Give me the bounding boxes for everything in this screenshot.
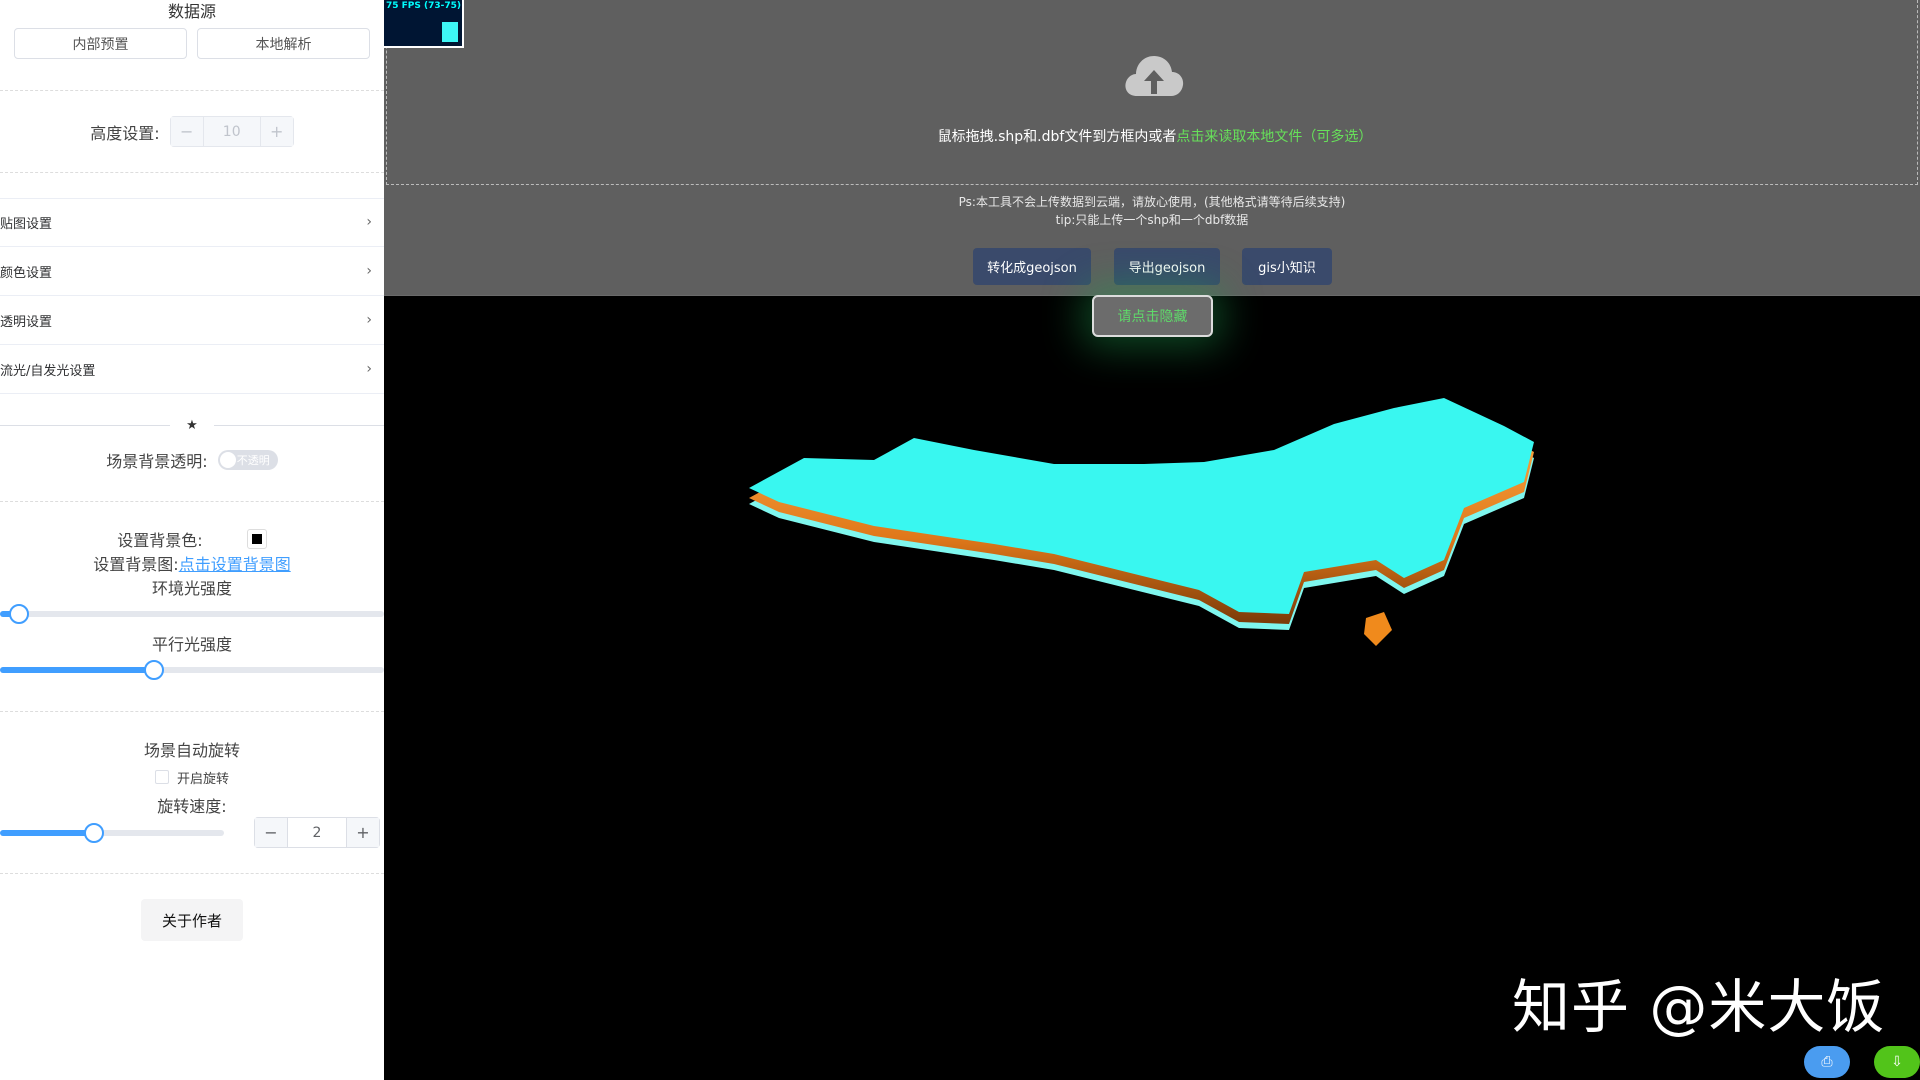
height-decrease-button[interactable]: − bbox=[170, 117, 203, 146]
collapse-item-label: 贴图设置 bbox=[0, 216, 53, 232]
divider-line bbox=[0, 425, 171, 426]
upload-tip: tip:只能上传一个shp和一个dbf数据 bbox=[1055, 213, 1249, 227]
data-source-buttons: 内部预置 本地解析 bbox=[0, 24, 384, 59]
fps-monitor: 75 FPS (73-75) bbox=[384, 0, 464, 48]
height-value[interactable]: 10 bbox=[202, 117, 261, 146]
privacy-note: Ps:本工具不会上传数据到云端，请放心使用，(其他格式请等待后续支持) bbox=[958, 195, 1346, 209]
ambient-light-slider[interactable] bbox=[0, 604, 384, 624]
bg-image-row: 设置背景图: 点击设置背景图 bbox=[0, 552, 384, 574]
speed-decrease-button[interactable]: − bbox=[255, 818, 287, 847]
slider-fill bbox=[0, 830, 94, 836]
chevron-right-icon: › bbox=[366, 312, 372, 328]
collapse-item-label: 透明设置 bbox=[0, 314, 53, 330]
rotate-speed-slider[interactable] bbox=[0, 823, 224, 843]
slider-thumb[interactable] bbox=[9, 604, 29, 624]
ambient-light-title: 环境光强度 bbox=[151, 579, 232, 598]
auto-rotate-title: 场景自动旋转 bbox=[143, 741, 240, 760]
slider-fill bbox=[0, 667, 154, 673]
slider-thumb[interactable] bbox=[144, 660, 164, 680]
chevron-right-icon: › bbox=[366, 214, 372, 230]
star-icon: ★ bbox=[186, 418, 198, 433]
print-button[interactable]: ⎙ bbox=[1804, 1046, 1850, 1078]
hide-panel-button[interactable]: 请点击隐藏 bbox=[1092, 295, 1213, 337]
bg-color-row: 设置背景色: bbox=[0, 528, 384, 550]
chevron-right-icon: › bbox=[366, 361, 372, 377]
divider bbox=[0, 90, 384, 91]
read-local-file-link[interactable]: 点击来读取本地文件（可多选） bbox=[1176, 129, 1372, 145]
china-3d-map[interactable] bbox=[744, 398, 1544, 738]
speed-increase-button[interactable]: + bbox=[347, 818, 379, 847]
bg-transparent-label: 场景背景透明: bbox=[106, 452, 208, 471]
rotate-checkbox-row[interactable]: 开启旋转 bbox=[0, 768, 384, 787]
collapse-item-opacity[interactable]: 透明设置 › bbox=[0, 296, 384, 345]
collapse-item-label: 流光/自发光设置 bbox=[0, 363, 96, 379]
toggle-text: 不透明 bbox=[236, 454, 270, 467]
height-stepper: − 10 + bbox=[169, 116, 294, 147]
dropzone-text: 鼠标拖拽.shp和.dbf文件到方框内或者点击来读取本地文件（可多选） bbox=[387, 126, 1920, 146]
height-increase-button[interactable]: + bbox=[260, 117, 293, 146]
gis-tips-button[interactable]: gis小知识 bbox=[1242, 248, 1332, 285]
rotate-checkbox[interactable] bbox=[154, 770, 169, 784]
bg-image-label: 设置背景图: bbox=[93, 555, 179, 574]
collapse-item-texture[interactable]: 贴图设置 › bbox=[0, 198, 384, 247]
file-dropzone[interactable]: 鼠标拖拽.shp和.dbf文件到方框内或者点击来读取本地文件（可多选） bbox=[386, 0, 1918, 185]
export-geojson-button[interactable]: 导出geojson bbox=[1114, 248, 1220, 285]
divider bbox=[0, 873, 384, 874]
map-viewport[interactable]: 鼠标拖拽.shp和.dbf文件到方框内或者点击来读取本地文件（可多选） Ps:本… bbox=[384, 0, 1920, 1080]
fps-text: 75 FPS (73-75) bbox=[386, 1, 462, 11]
rotate-speed-stepper: − 2 + bbox=[254, 817, 380, 848]
divider bbox=[0, 172, 384, 173]
hainan-island bbox=[1364, 612, 1392, 646]
data-source-title: 数据源 bbox=[167, 2, 216, 21]
settings-sidebar: 数据源 内部预置 本地解析 高度设置: − 10 + 贴图设置 › 颜色设置 ›… bbox=[0, 0, 384, 1080]
directional-light-title: 平行光强度 bbox=[151, 635, 232, 654]
divider bbox=[0, 501, 384, 502]
bg-color-label: 设置背景色: bbox=[117, 531, 203, 550]
download-icon: ⇩ bbox=[1891, 1054, 1903, 1070]
slider-thumb[interactable] bbox=[84, 823, 104, 843]
local-parse-button[interactable]: 本地解析 bbox=[197, 28, 370, 59]
zhihu-watermark: 知乎 @米大饭 bbox=[1512, 973, 1886, 1041]
color-swatch bbox=[251, 534, 262, 544]
bg-color-picker[interactable] bbox=[246, 529, 267, 549]
height-label: 高度设置: bbox=[90, 123, 160, 143]
print-icon: ⎙ bbox=[1821, 1054, 1833, 1070]
speed-value[interactable]: 2 bbox=[287, 818, 347, 847]
upload-panel: 鼠标拖拽.shp和.dbf文件到方框内或者点击来读取本地文件（可多选） Ps:本… bbox=[384, 0, 1920, 296]
convert-geojson-button[interactable]: 转化成geojson bbox=[973, 248, 1091, 285]
divider bbox=[0, 711, 384, 712]
collapse-item-label: 颜色设置 bbox=[0, 265, 53, 281]
bg-transparent-toggle[interactable]: 不透明 bbox=[217, 450, 278, 470]
rotate-speed-label: 旋转速度: bbox=[157, 797, 227, 816]
about-author-button[interactable]: 关于作者 bbox=[141, 899, 243, 941]
internal-preset-button[interactable]: 内部预置 bbox=[14, 28, 187, 59]
height-setting-row: 高度设置: − 10 + bbox=[0, 116, 384, 147]
directional-light-slider[interactable] bbox=[0, 660, 384, 680]
dropzone-instruction: 鼠标拖拽.shp和.dbf文件到方框内或者 bbox=[937, 129, 1177, 145]
download-button[interactable]: ⇩ bbox=[1874, 1046, 1920, 1078]
fps-bar bbox=[442, 22, 458, 42]
upload-cloud-icon bbox=[1125, 56, 1184, 96]
collapse-item-color[interactable]: 颜色设置 › bbox=[0, 247, 384, 296]
rotate-checkbox-label: 开启旋转 bbox=[176, 771, 229, 787]
bg-image-link[interactable]: 点击设置背景图 bbox=[179, 551, 291, 575]
collapse-item-flow-light[interactable]: 流光/自发光设置 › bbox=[0, 345, 384, 394]
toggle-knob bbox=[219, 452, 236, 468]
star-divider: ★ bbox=[0, 418, 384, 433]
divider-line bbox=[213, 425, 384, 426]
chevron-right-icon: › bbox=[366, 263, 372, 279]
bg-transparent-row: 场景背景透明: 不透明 bbox=[0, 450, 384, 471]
